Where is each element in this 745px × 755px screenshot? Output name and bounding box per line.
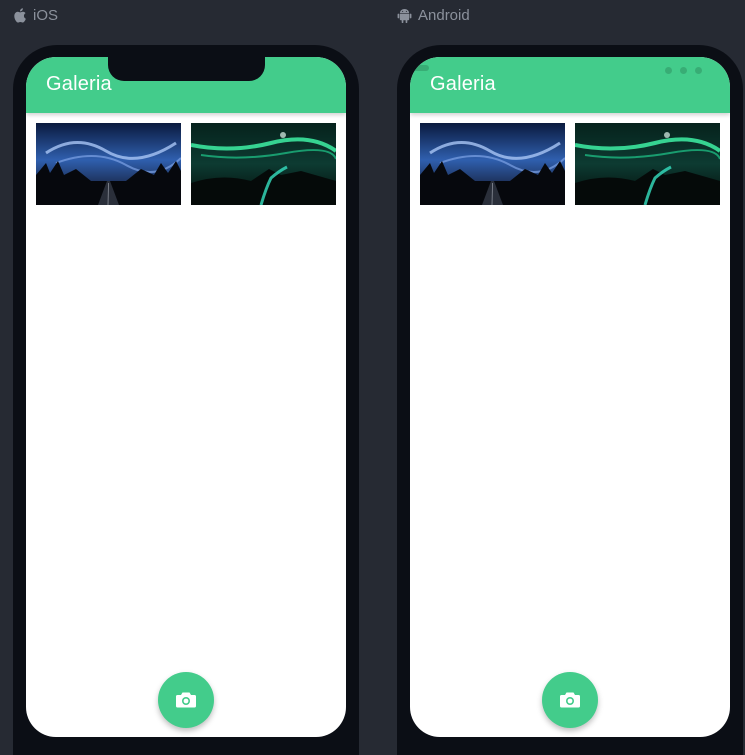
android-platform-label: Android <box>397 5 470 25</box>
photo-grid <box>420 123 720 205</box>
photo-thumbnail[interactable] <box>36 123 181 205</box>
signal-icon <box>665 67 672 74</box>
ios-platform-label: iOS <box>13 5 58 25</box>
camera-icon <box>175 691 197 709</box>
app-bar: Galeria <box>410 57 730 113</box>
ios-device-frame: Galeria <box>13 45 359 755</box>
photo-grid <box>36 123 336 205</box>
camera-fab-button[interactable] <box>158 672 214 728</box>
night-road-image <box>420 123 565 205</box>
ios-screen: Galeria <box>26 57 346 737</box>
night-road-image <box>36 123 181 205</box>
android-label-text: Android <box>418 6 470 24</box>
photo-thumbnail[interactable] <box>420 123 565 205</box>
battery-icon <box>695 67 702 74</box>
status-time-indicator <box>411 65 429 71</box>
android-icon <box>397 8 412 23</box>
app-title: Galeria <box>46 73 112 95</box>
camera-fab-button[interactable] <box>542 672 598 728</box>
status-bar <box>411 65 702 74</box>
app-title: Galeria <box>430 73 496 95</box>
photo-thumbnail[interactable] <box>575 123 720 205</box>
app-bar: Galeria <box>26 57 346 113</box>
device-notch <box>108 57 265 81</box>
ios-label-text: iOS <box>33 6 59 24</box>
camera-icon <box>559 691 581 709</box>
aurora-coast-image <box>191 123 336 205</box>
android-device-frame: Galeria <box>397 45 743 755</box>
aurora-coast-image <box>575 123 720 205</box>
android-screen: Galeria <box>410 57 730 737</box>
apple-icon <box>13 7 27 23</box>
wifi-icon <box>680 67 687 74</box>
photo-thumbnail[interactable] <box>191 123 336 205</box>
